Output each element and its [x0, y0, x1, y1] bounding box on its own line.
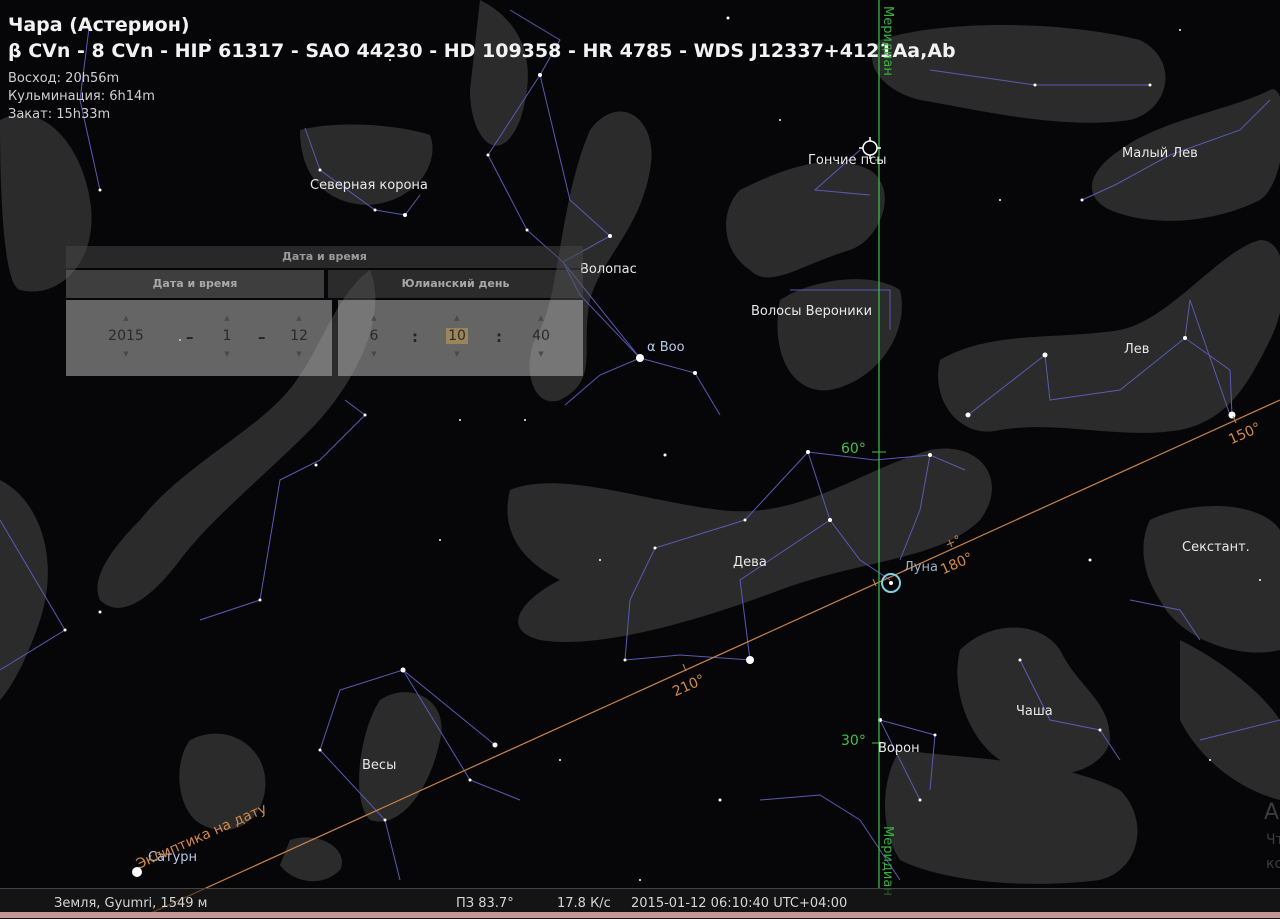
hour-field[interactable]: 6	[344, 328, 404, 344]
altitude-label-30: 30°	[841, 733, 866, 749]
datetime-panel: Дата и время Дата и время Юлианский день…	[66, 246, 583, 376]
time-separator: :	[496, 328, 502, 346]
year-up-icon[interactable]: ▲	[96, 314, 156, 322]
object-info: Чара (Астерион) β CVn - 8 CVn - HIP 6131…	[8, 12, 956, 124]
meridian-label-bottom: Меридиан	[880, 826, 895, 896]
month-up-icon[interactable]: ▲	[197, 314, 257, 322]
datetime-panel-title[interactable]: Дата и время	[66, 246, 583, 268]
object-rise: Восход: 20h56m	[8, 71, 120, 86]
object-title: Чара (Астерион)	[8, 14, 190, 36]
second-field[interactable]: 40	[511, 328, 571, 344]
minute-field[interactable]: 10	[446, 328, 468, 344]
corner-watermark-big: А	[1264, 800, 1280, 825]
label-leo[interactable]: Лев	[1124, 342, 1149, 357]
hour-down-icon[interactable]: ▼	[344, 350, 404, 358]
label-corona-borealis[interactable]: Северная корона	[310, 178, 428, 193]
month-down-icon[interactable]: ▼	[197, 350, 257, 358]
altitude-label-60: 60°	[841, 441, 866, 457]
minute-up-icon[interactable]: ▲	[427, 314, 487, 322]
second-up-icon[interactable]: ▲	[511, 314, 571, 322]
hour-up-icon[interactable]: ▲	[344, 314, 404, 322]
label-bootes[interactable]: Волопас	[580, 262, 637, 277]
label-canes-venatici[interactable]: Гончие псы	[808, 153, 887, 168]
day-field[interactable]: 12	[269, 328, 329, 344]
status-location[interactable]: Земля, Gyumri, 1549 м	[54, 896, 207, 911]
label-corvus[interactable]: Ворон	[878, 741, 920, 756]
status-fov: ПЗ 83.7°	[456, 896, 514, 911]
status-fps: 17.8 К/с	[557, 896, 611, 911]
sky-view[interactable]	[0, 0, 1280, 918]
status-datetime[interactable]: 2015-01-12 06:10:40 UTC+04:00	[631, 896, 847, 911]
label-arcturus[interactable]: α Boo	[647, 340, 685, 355]
tab-julian-day[interactable]: Юлианский день	[328, 270, 583, 298]
label-coma-berenices[interactable]: Волосы Вероники	[751, 304, 872, 319]
corner-watermark-line2: кс	[1266, 856, 1280, 872]
label-moon[interactable]: Луна	[904, 560, 938, 575]
second-down-icon[interactable]: ▼	[511, 350, 571, 358]
month-field[interactable]: 1	[197, 328, 257, 344]
corner-watermark-line1: Чт	[1266, 832, 1280, 848]
label-virgo[interactable]: Дева	[733, 555, 767, 570]
taskbar-strip	[0, 912, 1280, 918]
day-down-icon[interactable]: ▼	[269, 350, 329, 358]
day-up-icon[interactable]: ▲	[269, 314, 329, 322]
meridian-label-top: Меридиан	[880, 6, 895, 76]
label-leo-minor[interactable]: Малый Лев	[1122, 146, 1198, 161]
year-down-icon[interactable]: ▼	[96, 350, 156, 358]
date-separator: –	[258, 328, 266, 346]
date-separator: –	[186, 328, 194, 346]
label-sextans[interactable]: Секстант.	[1182, 540, 1250, 555]
label-libra[interactable]: Весы	[362, 758, 396, 773]
object-set: Закат: 15h33m	[8, 107, 111, 122]
tab-datetime[interactable]: Дата и время	[66, 270, 324, 298]
constellation-art	[0, 0, 1280, 884]
object-designations: β CVn - 8 CVn - HIP 61317 - SAO 44230 - …	[8, 40, 956, 62]
time-separator: :	[412, 328, 418, 346]
label-crater[interactable]: Чаша	[1016, 704, 1053, 719]
object-culmination: Кульминация: 6h14m	[8, 89, 155, 104]
year-field[interactable]: 2015	[96, 328, 156, 344]
minute-down-icon[interactable]: ▼	[427, 350, 487, 358]
